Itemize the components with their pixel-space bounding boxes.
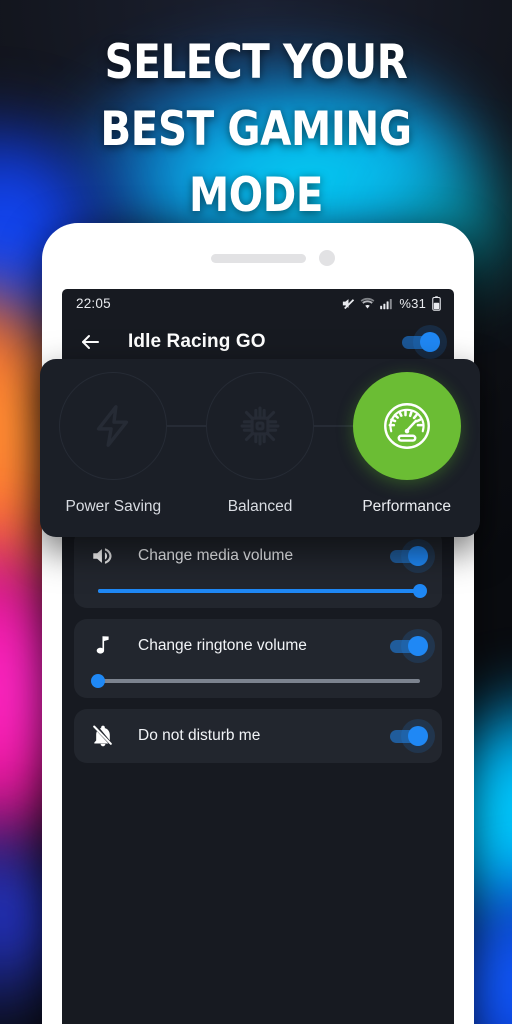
cpu-chip-icon [235, 401, 285, 451]
signal-bars-icon [379, 297, 393, 311]
mode-label-power-saving: Power Saving [65, 498, 162, 515]
promo-screenshot: SELECT YOUR BEST GAMING MODE 22:05 %31 I… [0, 0, 512, 1024]
phone-mockup: 22:05 %31 Idle Racing GO Change media vo… [42, 223, 474, 1024]
setting-card-change-ringtone-volume[interactable]: Change ringtone volume [74, 619, 442, 698]
mode-option-power-saving[interactable]: Power Saving [40, 372, 187, 516]
slider-thumb[interactable] [413, 584, 427, 598]
battery-icon [431, 296, 442, 311]
lightning-bolt-icon [90, 403, 136, 449]
status-bar: 22:05 %31 [62, 289, 454, 318]
setting-row: Change media volume [90, 543, 428, 569]
headline-line-1: SELECT YOUR [104, 35, 408, 90]
promo-headline: SELECT YOUR BEST GAMING MODE [0, 30, 512, 230]
setting-card-change-media-volume[interactable]: Change media volume [74, 529, 442, 608]
status-icons: %31 [341, 296, 442, 311]
battery-percentage: %31 [399, 296, 426, 311]
back-arrow-icon[interactable] [78, 330, 102, 354]
setting-toggle-change-ringtone-volume[interactable] [390, 636, 428, 656]
mode-circle-power-saving[interactable] [59, 372, 168, 480]
media-volume-slider[interactable] [98, 584, 427, 598]
mode-circle-balanced[interactable] [206, 372, 314, 480]
wifi-icon [360, 296, 375, 311]
app-bar-title: Idle Racing GO [128, 331, 266, 352]
app-enable-toggle[interactable] [402, 332, 440, 352]
mode-options: Power Saving Balanced Performance [40, 372, 480, 516]
setting-row: Do not disturb me [90, 723, 428, 749]
volume-up-icon [90, 543, 116, 569]
phone-speaker-grille [211, 254, 306, 263]
setting-label: Do not disturb me [138, 727, 261, 744]
toggle-knob [408, 726, 428, 746]
mode-label-performance: Performance [362, 498, 452, 515]
slider-fill [98, 589, 420, 593]
toggle-knob [408, 546, 428, 566]
setting-card-do-not-disturb[interactable]: Do not disturb me [74, 709, 442, 763]
phone-front-camera [319, 250, 335, 266]
speedometer-icon [377, 396, 437, 456]
setting-toggle-change-media-volume[interactable] [390, 546, 428, 566]
setting-toggle-do-not-disturb[interactable] [390, 726, 428, 746]
toggle-knob [420, 332, 440, 352]
ringtone-volume-slider[interactable] [91, 674, 420, 688]
mode-option-performance[interactable]: Performance [333, 372, 480, 516]
music-note-icon [90, 633, 116, 659]
headline-line-2: BEST GAMING MODE [100, 101, 412, 224]
volume-off-icon [341, 296, 356, 311]
status-clock: 22:05 [76, 296, 111, 311]
mode-label-balanced: Balanced [227, 498, 293, 515]
mode-circle-performance[interactable] [352, 372, 461, 480]
setting-row: Change ringtone volume [90, 633, 428, 659]
setting-label: Change media volume [138, 547, 294, 564]
mode-option-balanced[interactable]: Balanced [187, 372, 334, 516]
game-mode-selector-overlay: Power Saving Balanced Performance [40, 359, 480, 537]
bell-off-icon [90, 723, 116, 749]
slider-thumb[interactable] [91, 674, 105, 688]
toggle-knob [408, 636, 428, 656]
setting-label: Change ringtone volume [138, 637, 307, 654]
